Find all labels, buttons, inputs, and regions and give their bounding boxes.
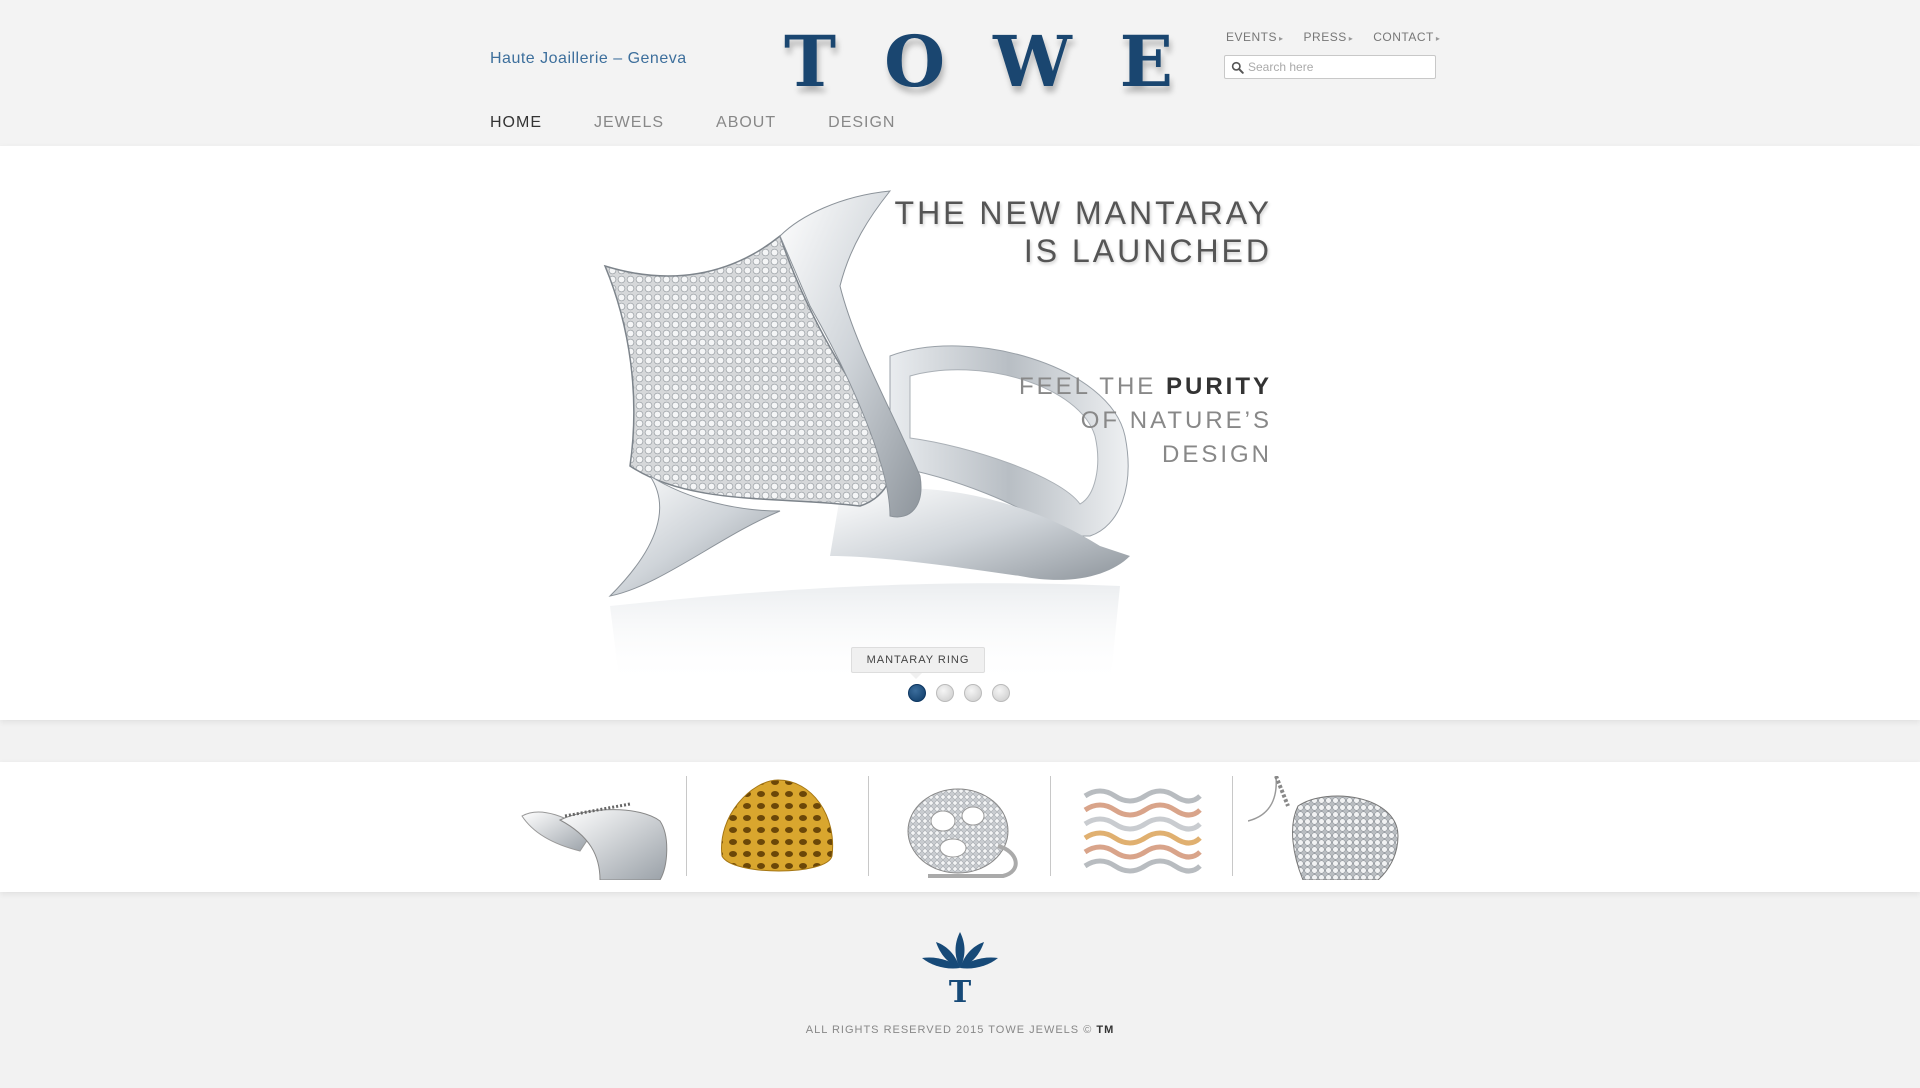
arrow-icon: ▸ (1435, 34, 1441, 43)
search-box[interactable] (1224, 55, 1436, 79)
subline-line-2: OF NATURE’S (1080, 407, 1272, 434)
slide-dot-4[interactable] (992, 684, 1010, 702)
tagline: Haute Joaillerie – Geneva (490, 50, 687, 67)
subline-pre: FEEL THE (1018, 373, 1166, 400)
main-nav: HOME JEWELS ABOUT DESIGN (490, 114, 895, 132)
gold-ring-thumbnail[interactable] (712, 776, 842, 880)
heart-pendant-thumbnail[interactable] (1248, 776, 1400, 880)
contact-label: CONTACT (1373, 30, 1434, 44)
slide-dot-3[interactable] (964, 684, 982, 702)
contact-link[interactable]: CONTACT ▸ (1373, 30, 1440, 44)
arrow-icon: ▸ (1279, 34, 1284, 43)
search-input[interactable] (1248, 60, 1428, 74)
svg-text:T: T (949, 975, 972, 1010)
header: Haute Joaillerie – Geneva TOWE EVENTS ▸ P… (0, 0, 1920, 146)
arrow-icon: ▸ (1348, 34, 1354, 43)
divider (1050, 776, 1051, 876)
headline-line-1: THE NEW MANTARAY (894, 195, 1272, 231)
events-label: EVENTS (1226, 30, 1278, 44)
hero-subline: FEEL THE PURITY OF NATURE’S DESIGN (1019, 370, 1272, 472)
slider-pagination (908, 684, 1010, 702)
utility-links: EVENTS ▸ PRESS ▸ CONTACT ▸ (1226, 30, 1440, 44)
divider (868, 776, 869, 876)
press-label: PRESS (1303, 30, 1347, 44)
mantaray-ring-thumbnail[interactable] (520, 776, 672, 880)
openwork-diamond-ring-thumbnail[interactable] (898, 776, 1028, 880)
nav-home[interactable]: HOME (490, 114, 542, 132)
footer-logo-icon: T (922, 932, 998, 1010)
headline-line-2: IS LAUNCHED (1023, 233, 1272, 269)
press-link[interactable]: PRESS ▸ (1304, 30, 1354, 44)
slide-caption[interactable]: MANTARAY RING (851, 647, 985, 679)
divider (1232, 776, 1233, 876)
copyright-notice: ALL RIGHTS RESERVED 2015 TOWE JEWELS © T… (0, 1024, 1920, 1036)
search-icon (1231, 61, 1244, 74)
divider (686, 776, 687, 876)
hero-headline: THE NEW MANTARAY IS LAUNCHED (895, 194, 1272, 270)
jewel-thumbnails (0, 762, 1920, 892)
events-link[interactable]: EVENTS ▸ (1226, 30, 1284, 44)
nav-jewels[interactable]: JEWELS (594, 114, 664, 132)
hero-slider: THE NEW MANTARAY IS LAUNCHED FEEL THE PU… (0, 146, 1920, 720)
copyright-text: ALL RIGHTS RESERVED 2015 TOWE JEWELS © (805, 1024, 1097, 1036)
trademark-label: TM (1096, 1024, 1115, 1036)
subline-line-1: FEEL THE PURITY (1019, 370, 1272, 404)
slide-dot-1[interactable] (908, 684, 926, 702)
subline-emphasis: PURITY (1165, 373, 1272, 400)
subline-line-3: DESIGN (1161, 441, 1272, 468)
nav-design[interactable]: DESIGN (828, 114, 895, 132)
brand-logo[interactable]: TOWE (784, 20, 1221, 103)
stacked-bands-thumbnail[interactable] (1080, 776, 1204, 880)
nav-about[interactable]: ABOUT (716, 114, 776, 132)
slide-dot-2[interactable] (936, 684, 954, 702)
